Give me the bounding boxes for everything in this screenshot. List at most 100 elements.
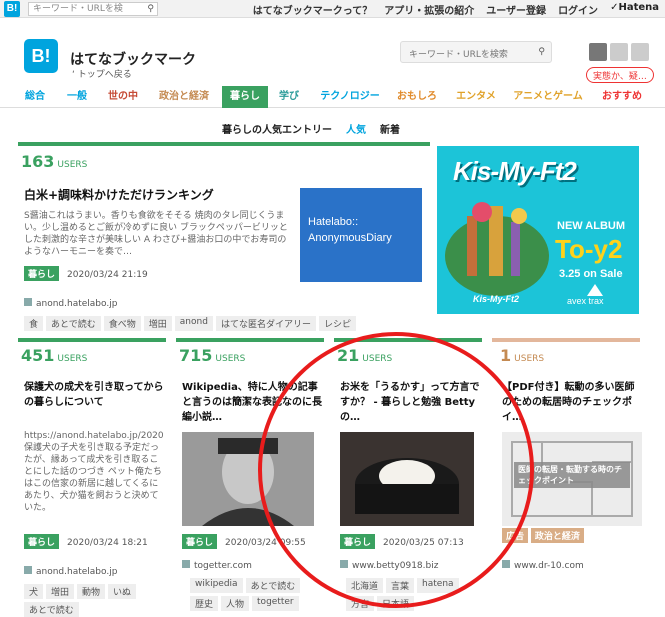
link-apps[interactable]: アプリ・拡張の紹介 xyxy=(384,2,474,17)
tag[interactable]: 北海道 xyxy=(346,578,384,593)
link-about[interactable]: はてなブックマークって？ xyxy=(253,2,373,17)
tag[interactable]: あとで読む xyxy=(24,602,79,617)
tag[interactable]: 食べ物 xyxy=(103,316,141,331)
users-count[interactable]: 163 USERS xyxy=(21,152,87,171)
card-accent xyxy=(334,338,482,342)
category-badge[interactable]: 暮らし xyxy=(340,534,376,549)
entry-source[interactable]: www.betty0918.biz xyxy=(340,560,438,571)
list-view-icon[interactable] xyxy=(610,43,628,61)
category-badge[interactable]: 暮らし xyxy=(24,534,60,549)
rice-pot-photo xyxy=(340,432,474,526)
featured-entry[interactable]: 163 USERS 白米+調味料かけただけランキング S醤油これはうまい。香りも食… xyxy=(18,142,430,332)
global-search-input[interactable]: キーワード・URLを検 ⚲ xyxy=(28,2,158,16)
hatena-logo[interactable]: ✓Hatena xyxy=(610,2,659,17)
sub-nav: 暮らしの人気エントリー 人気 新着 xyxy=(222,121,400,136)
entry-meta: 広告 政治と経済 xyxy=(502,528,584,543)
users-label: USERS xyxy=(215,354,246,364)
users-count[interactable]: 451 USERS xyxy=(21,346,87,365)
category-badge[interactable]: 暮らし xyxy=(24,266,60,281)
favicon-icon xyxy=(502,560,510,568)
card-accent xyxy=(492,338,640,342)
category-life[interactable]: 暮らし xyxy=(222,86,268,108)
hatena-bookmark-logo[interactable]: B! xyxy=(4,1,20,17)
users-count[interactable]: 1 USERS xyxy=(500,346,544,365)
entry-source[interactable]: togetter.com xyxy=(182,560,252,571)
search-input[interactable]: キーワード・URLを検索 ⚲ xyxy=(400,41,552,63)
search-icon[interactable]: ⚲ xyxy=(538,47,545,57)
source-domain: www.dr-10.com xyxy=(514,561,584,571)
notice-badge[interactable]: 実態か、疑… xyxy=(586,67,654,83)
entry-source[interactable]: anond.hatelabo.jp xyxy=(24,566,117,577)
tag[interactable]: togetter xyxy=(252,596,299,611)
entry-title[interactable]: 白米+調味料かけただけランキング xyxy=(24,188,294,203)
category-society[interactable]: 世の中 xyxy=(100,86,146,108)
entry-card[interactable]: 21 USERS お米を「うるかす」って方言ですか？ - 暮らしと勉強 Betty… xyxy=(334,338,484,616)
entry-thumbnail[interactable]: 医師の転居・転勤する時のチェックポイント xyxy=(502,432,642,526)
category-recommended[interactable]: おすすめ xyxy=(598,86,646,108)
sub-nav-title: 暮らしの人気エントリー xyxy=(222,125,332,136)
tag[interactable]: あとで読む xyxy=(245,578,301,593)
tag[interactable]: 方言 xyxy=(346,596,375,611)
ad-sale-date: 3.25 on Sale xyxy=(559,268,623,280)
category-badge[interactable]: 暮らし xyxy=(182,534,218,549)
entry-card[interactable]: 715 USERS Wikipedia、特に人物の記事と言うのは簡潔な表記なのに長… xyxy=(176,338,326,616)
entry-thumbnail[interactable]: Hatelabo:: AnonymousDiary xyxy=(300,188,422,282)
tag[interactable]: anond xyxy=(174,316,213,331)
link-login[interactable]: ログイン xyxy=(558,2,598,17)
entry-thumbnail[interactable] xyxy=(182,432,314,526)
tag-list: wikipedia あとで読む 歴史 人物 togetter xyxy=(190,578,326,611)
tag[interactable]: 動物 xyxy=(77,584,106,599)
site-title[interactable]: はてなブックマーク xyxy=(70,49,196,69)
grid-view-icon[interactable] xyxy=(589,43,607,61)
entry-card[interactable]: 1 USERS 【PDF付き】転動の多い医師のための転居時のチェックポイ… 医師の… xyxy=(492,338,642,616)
featured-accent xyxy=(18,142,430,146)
tag[interactable]: 増田 xyxy=(46,584,75,599)
tag[interactable]: 増田 xyxy=(143,316,172,331)
users-label: USERS xyxy=(57,160,88,170)
ad-album-title: To-y2 xyxy=(555,234,623,264)
entry-title[interactable]: Wikipedia、特に人物の記事と言うのは簡潔な表記なのに長編小説… xyxy=(182,380,322,425)
tag[interactable]: 食 xyxy=(24,316,44,331)
entry-card[interactable]: 451 USERS 保護犬の成犬を引き取ってから の暮らしについて https:/… xyxy=(18,338,168,617)
ad-badge[interactable]: 広告 xyxy=(502,528,529,543)
tag[interactable]: wikipedia xyxy=(190,578,243,593)
ad-banner[interactable]: Kis-My-Ft2 NEW ALBUM To-y2 3.25 on Sale … xyxy=(437,146,639,314)
entry-thumbnail[interactable] xyxy=(340,432,474,526)
category-badge[interactable]: 政治と経済 xyxy=(530,528,584,543)
category-general[interactable]: 一般 xyxy=(60,86,94,108)
site-logo[interactable]: B! xyxy=(24,39,58,73)
view-toggle xyxy=(589,43,649,61)
tag[interactable]: 日本語 xyxy=(377,596,415,611)
tab-new[interactable]: 新着 xyxy=(380,121,400,136)
ad-title: Kis-My-Ft2 xyxy=(453,156,577,186)
entry-source[interactable]: www.dr-10.com xyxy=(502,560,584,571)
tag[interactable]: いぬ xyxy=(108,584,137,599)
category-overall[interactable]: 総合 xyxy=(18,86,52,108)
source-domain: www.betty0918.biz xyxy=(352,561,439,571)
category-anime-game[interactable]: アニメとゲーム xyxy=(510,86,586,108)
search-icon[interactable]: ⚲ xyxy=(147,3,154,15)
back-to-top-link[interactable]: ‘ トップへ戻る xyxy=(72,67,132,80)
tag[interactable]: レシピ xyxy=(318,316,356,331)
entry-title[interactable]: お米を「うるかす」って方言ですか？ - 暮らしと勉強 Bettyの… xyxy=(340,380,480,425)
tab-popular[interactable]: 人気 xyxy=(346,121,366,136)
tag[interactable]: 歴史 xyxy=(190,596,219,611)
category-knowledge[interactable]: 学び xyxy=(274,86,304,108)
users-count[interactable]: 21 USERS xyxy=(337,346,392,365)
tag[interactable]: あとで読む xyxy=(46,316,101,331)
users-count[interactable]: 715 USERS xyxy=(179,346,245,365)
entry-source[interactable]: anond.hatelabo.jp xyxy=(24,298,117,309)
tag[interactable]: hatena xyxy=(417,578,459,593)
entry-title[interactable]: 保護犬の成犬を引き取ってから の暮らしについて xyxy=(24,380,164,410)
category-economy[interactable]: 政治と経済 xyxy=(152,86,216,108)
tag[interactable]: 人物 xyxy=(221,596,250,611)
compact-view-icon[interactable] xyxy=(631,43,649,61)
tag[interactable]: はてな匿名ダイアリー xyxy=(215,316,316,331)
category-fun[interactable]: おもしろ xyxy=(392,86,442,108)
category-entertainment[interactable]: エンタメ xyxy=(450,86,502,108)
entry-title[interactable]: 【PDF付き】転動の多い医師のための転居時のチェックポイ… xyxy=(502,380,642,425)
link-register[interactable]: ユーザー登録 xyxy=(486,2,546,17)
tag[interactable]: 言葉 xyxy=(386,578,415,593)
tag[interactable]: 犬 xyxy=(24,584,44,599)
category-technology[interactable]: テクノロジー xyxy=(314,86,386,108)
